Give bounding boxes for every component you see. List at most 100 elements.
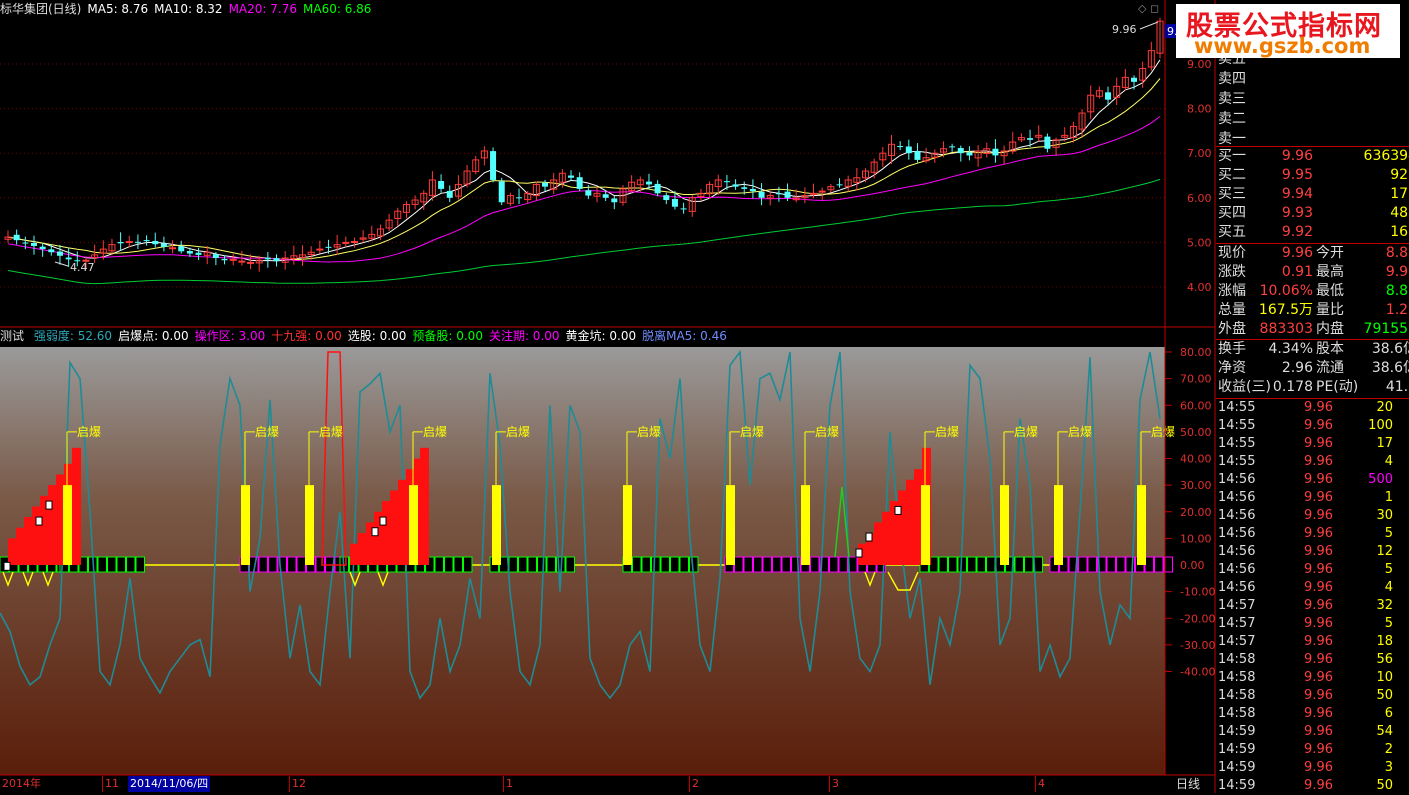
tick-volume: 17 (1376, 435, 1393, 453)
stat-value: 883303 (1260, 320, 1313, 339)
date-axis-label: 2014年 (2, 776, 41, 792)
zone-block (939, 557, 948, 572)
candle-body-up (239, 261, 245, 262)
date-tick (1035, 776, 1036, 792)
window-controls[interactable]: ◇ ◻ (1138, 0, 1159, 18)
candle-body-down (40, 247, 46, 249)
candle-body-down (14, 235, 20, 240)
candle-body-down (681, 208, 687, 209)
date-axis-label: 2014/11/06/四 (128, 776, 210, 792)
stat-label: 换手 (1218, 340, 1246, 359)
zone-block (547, 557, 556, 572)
signal-label: 启爆 (255, 425, 279, 439)
zone-block (690, 557, 699, 572)
tick-price: 9.96 (1304, 435, 1333, 453)
indicator-value: 黄金坑: 0.00 (566, 329, 637, 343)
stat-value: 2.96 (1282, 359, 1313, 378)
candle-body-down (1131, 78, 1137, 82)
candle-body-up (317, 249, 323, 250)
tick-row: 14:559.96100S (1216, 417, 1409, 435)
candle-body-down (66, 258, 72, 260)
stat-label: 最低 (1316, 282, 1344, 301)
tick-time: 14:55 (1218, 453, 1255, 471)
candle-body-up (819, 191, 825, 192)
tick-row: 14:589.966S (1216, 705, 1409, 723)
zone-block (735, 557, 744, 572)
tick-time: 14:57 (1218, 615, 1255, 633)
stat-value: 8.80 (1386, 282, 1409, 301)
ma60-line (8, 179, 1160, 283)
candle-body-down (741, 187, 747, 189)
tick-row: 14:559.9620S (1216, 399, 1409, 417)
candle-body-down (1044, 137, 1050, 149)
candle-body-down (646, 182, 652, 185)
tick-volume: 6 (1385, 705, 1393, 723)
signal-label: 启爆 (637, 425, 661, 439)
stat-value: 791550 (1364, 320, 1409, 339)
tick-row: 14:599.962S (1216, 741, 1409, 759)
zone-block (949, 557, 958, 572)
indicator-name: 测试 (0, 329, 24, 343)
tick-row: 14:569.961S (1216, 489, 1409, 507)
tick-volume: 18 (1376, 633, 1393, 651)
zone-block (633, 557, 642, 572)
candle-body-down (655, 184, 661, 193)
sell-order-label: 卖二 (1218, 110, 1246, 129)
tick-time: 14:59 (1218, 759, 1255, 777)
signal-bar (63, 485, 72, 565)
entry-box (895, 506, 901, 514)
zone-block (108, 557, 117, 572)
buy-order-row: 买一9.96636394 (1216, 147, 1409, 166)
candle-body-down (1027, 138, 1033, 140)
indicator-axis-label: 0.00 (1180, 559, 1205, 572)
candle-body-down (577, 177, 583, 189)
buy-order-label: 买一 (1218, 147, 1246, 166)
entry-box (4, 562, 10, 570)
candle-body-down (759, 192, 765, 198)
sell-order-row: 卖二 (1216, 110, 1409, 129)
tick-volume: 5 (1385, 525, 1393, 543)
stat-label: PE(动) (1316, 378, 1358, 397)
sell-order-label: 卖四 (1218, 70, 1246, 89)
stat-value: 9.96 (1386, 263, 1409, 282)
tick-volume: 10 (1376, 669, 1393, 687)
tick-row: 14:599.9654S (1216, 723, 1409, 741)
price-axis-label: 8.00 (1187, 103, 1212, 116)
red-ramp-bar (898, 490, 907, 565)
tick-price: 9.96 (1304, 705, 1333, 723)
indicator-value: 强弱度: 52.60 (34, 329, 112, 343)
watermark-url: www.gszb.com (1194, 34, 1370, 58)
zone-block (652, 557, 661, 572)
tick-price: 9.96 (1304, 561, 1333, 579)
candle-body-down (22, 243, 28, 244)
zone-block (127, 557, 136, 572)
stat-value: 38.6亿 (1372, 359, 1409, 378)
tick-volume: 2 (1385, 741, 1393, 759)
tick-volume: 1 (1385, 489, 1393, 507)
zone-block (538, 557, 547, 572)
zone-block (98, 557, 107, 572)
quote-stat-row: 净资2.96流通38.6亿 (1216, 359, 1409, 378)
signal-label: 启爆 (1068, 425, 1092, 439)
red-ramp-bar (398, 480, 407, 565)
zone-block (566, 557, 575, 572)
tick-time: 14:56 (1218, 579, 1255, 597)
tick-row: 14:589.9650S (1216, 687, 1409, 705)
candle-body-up (351, 242, 357, 243)
indicator-value: 十九强: 0.00 (271, 329, 342, 343)
date-axis-label: 2 (692, 776, 699, 792)
signal-bar (409, 485, 418, 565)
tick-time: 14:55 (1218, 435, 1255, 453)
signal-label: 启爆 (1151, 425, 1175, 439)
chart-canvas: 启爆启爆启爆启爆启爆启爆启爆启爆启爆启爆启爆启爆 9.008.007.006.0… (0, 0, 1409, 793)
stat-value: 9.96 (1282, 244, 1313, 263)
date-tick (829, 776, 830, 792)
tick-row: 14:569.965S (1216, 525, 1409, 543)
tick-price: 9.96 (1304, 507, 1333, 525)
zone-block (1079, 557, 1088, 572)
tick-volume: 20 (1376, 399, 1393, 417)
buy-order-row: 买三9.94172 (1216, 185, 1409, 204)
tick-price: 9.96 (1304, 669, 1333, 687)
entry-box (380, 517, 386, 525)
stat-label: 现价 (1218, 244, 1246, 263)
